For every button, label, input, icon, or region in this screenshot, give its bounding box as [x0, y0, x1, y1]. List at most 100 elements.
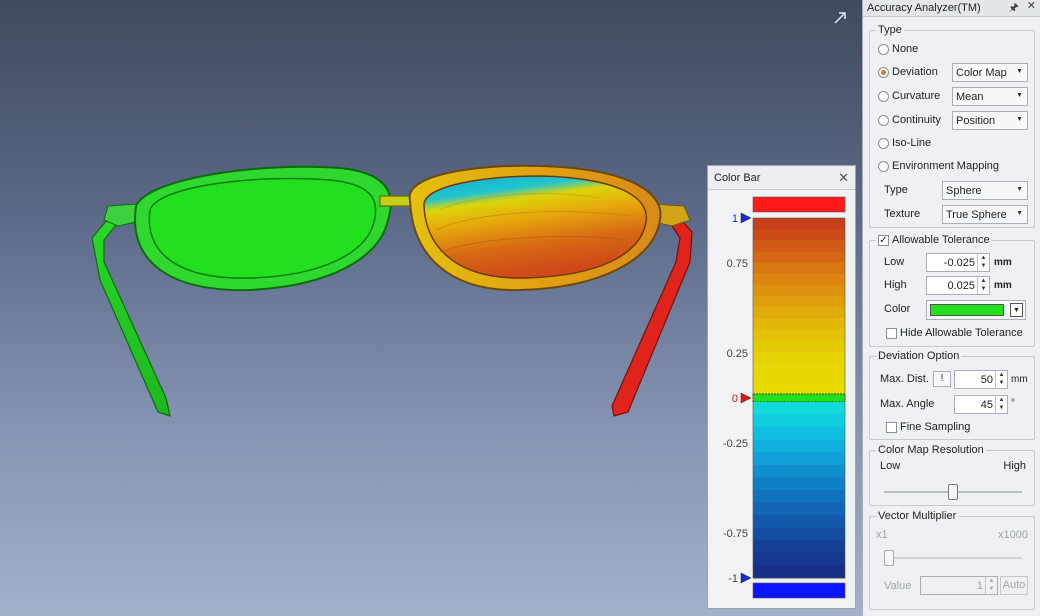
radio-deviation-label: Deviation	[892, 66, 938, 78]
radio-continuity-label: Continuity	[892, 114, 941, 126]
resolution-group: Color Map Resolution Low High	[869, 450, 1035, 506]
hide-tolerance-checkbox[interactable]	[886, 328, 897, 339]
color-band	[753, 263, 845, 275]
vector-min-label: x1	[876, 529, 888, 541]
panel-titlebar: Accuracy Analyzer(TM) 🖈 ✕	[863, 0, 1040, 17]
tick-label: -0.75	[723, 528, 748, 540]
color-band	[753, 363, 845, 375]
spin-arrows-icon[interactable]: ▲▼	[977, 277, 989, 294]
env-type-combo-value: Sphere	[946, 185, 981, 197]
color-band	[753, 229, 845, 241]
vector-value-input[interactable]: 1 ▲▼	[920, 576, 998, 595]
radio-continuity[interactable]: Continuity	[878, 114, 941, 126]
close-icon[interactable]: ✕	[1027, 0, 1036, 18]
radio-none-button[interactable]	[878, 44, 889, 55]
tolerance-toggle[interactable]: ✓ Allowable Tolerance	[876, 234, 992, 246]
low-value: -0.025	[944, 257, 975, 269]
deviation-option-title: Deviation Option	[876, 350, 961, 362]
fine-sampling-checkbox[interactable]	[886, 422, 897, 433]
chevron-down-icon: ▼	[1016, 116, 1023, 123]
chevron-down-icon: ▼	[1016, 210, 1023, 217]
env-type-combo[interactable]: Sphere ▼	[942, 181, 1028, 200]
texture-combo-value: True Sphere	[946, 209, 1007, 221]
color-band	[753, 307, 845, 319]
vector-value-label: Value	[884, 580, 911, 592]
spin-arrows-icon[interactable]: ▲▼	[995, 371, 1007, 388]
auto-button[interactable]: Auto	[1000, 576, 1028, 595]
color-band	[753, 352, 845, 364]
color-band	[753, 274, 845, 286]
min-marker-icon	[741, 573, 751, 583]
tolerance-checkbox[interactable]: ✓	[878, 235, 889, 246]
color-band	[753, 296, 845, 308]
max-angle-unit: °	[1011, 398, 1015, 409]
vector-slider-track[interactable]	[884, 557, 1022, 559]
pin-icon[interactable]: 🖈	[1009, 0, 1019, 18]
max-dist-info-button[interactable]: !	[933, 371, 951, 387]
hide-tolerance-option[interactable]: Hide Allowable Tolerance	[886, 327, 1023, 339]
deviation-combo[interactable]: Color Map▼	[952, 63, 1028, 82]
tick-label: -1	[728, 573, 738, 585]
color-band	[753, 218, 845, 230]
resolution-high-label: High	[1003, 460, 1026, 472]
vector-value: 1	[977, 580, 983, 592]
over-range-swatch	[753, 197, 845, 212]
max-angle-value: 45	[981, 399, 993, 411]
texture-combo[interactable]: True Sphere ▼	[942, 205, 1028, 224]
radio-isoline-button[interactable]	[878, 138, 889, 149]
color-band	[753, 374, 845, 386]
tick-label: 1	[732, 213, 738, 225]
radio-env-mapping-button[interactable]	[878, 161, 889, 172]
color-bar-scale: 10.750.250-0.25-0.75-1	[708, 191, 857, 609]
type-group-title: Type	[876, 24, 904, 36]
chevron-down-icon: ▼	[1016, 186, 1023, 193]
color-band	[753, 285, 845, 297]
expand-icon[interactable]	[832, 10, 848, 26]
deviation-option-group: Deviation Option Max. Dist. ! 50 ▲▼ mm M…	[869, 356, 1035, 440]
color-band	[753, 503, 845, 516]
under-range-swatch	[753, 583, 845, 598]
spin-arrows-icon[interactable]: ▲▼	[995, 396, 1007, 413]
high-input[interactable]: 0.025 ▲▼	[926, 276, 990, 295]
max-angle-input[interactable]: 45 ▲▼	[954, 395, 1008, 414]
color-band	[753, 465, 845, 478]
color-band	[753, 427, 845, 440]
spin-arrows-icon[interactable]: ▲▼	[977, 254, 989, 271]
fine-sampling-option[interactable]: Fine Sampling	[886, 421, 970, 433]
fine-sampling-label: Fine Sampling	[900, 421, 970, 433]
resolution-slider-thumb[interactable]	[948, 484, 958, 500]
tolerance-title: Allowable Tolerance	[892, 234, 990, 246]
color-band	[753, 490, 845, 503]
max-dist-value: 50	[981, 374, 993, 386]
color-bar-window: Color Bar ✕ 10.750.250-0.25-0.75-1	[707, 165, 856, 609]
high-label: High	[884, 279, 907, 291]
continuity-combo[interactable]: Position▼	[952, 111, 1028, 130]
chevron-down-icon[interactable]: ▼	[1010, 303, 1023, 317]
color-band	[753, 452, 845, 465]
radio-deviation-button[interactable]	[878, 67, 889, 78]
radio-isoline-label: Iso-Line	[892, 137, 931, 149]
tolerance-color-picker[interactable]: ▼	[926, 300, 1026, 320]
radio-curvature-label: Curvature	[892, 90, 940, 102]
high-unit: mm	[994, 280, 1012, 291]
spin-arrows-icon[interactable]: ▲▼	[985, 577, 997, 594]
radio-curvature-button[interactable]	[878, 91, 889, 102]
radio-isoline[interactable]: Iso-Line	[878, 137, 931, 149]
curvature-combo[interactable]: Mean▼	[952, 87, 1028, 106]
radio-env-mapping[interactable]: Environment Mapping	[878, 160, 999, 172]
max-dist-label: Max. Dist.	[880, 373, 929, 385]
color-bar-titlebar[interactable]: Color Bar ✕	[708, 166, 855, 190]
vector-slider-thumb[interactable]	[884, 550, 894, 566]
close-icon[interactable]: ✕	[838, 170, 849, 186]
radio-continuity-button[interactable]	[878, 115, 889, 126]
tick-label: 0	[732, 393, 738, 405]
vector-multiplier-group: Vector Multiplier x1 x1000 Value 1 ▲▼ Au…	[869, 516, 1035, 610]
low-unit: mm	[994, 257, 1012, 268]
accuracy-analyzer-panel: Accuracy Analyzer(TM) 🖈 ✕ Type None Devi…	[862, 0, 1040, 616]
max-dist-input[interactable]: 50 ▲▼	[954, 370, 1008, 389]
low-input[interactable]: -0.025 ▲▼	[926, 253, 990, 272]
low-label: Low	[884, 256, 904, 268]
radio-deviation[interactable]: Deviation	[878, 66, 938, 78]
radio-none[interactable]: None	[878, 43, 918, 55]
radio-curvature[interactable]: Curvature	[878, 90, 940, 102]
